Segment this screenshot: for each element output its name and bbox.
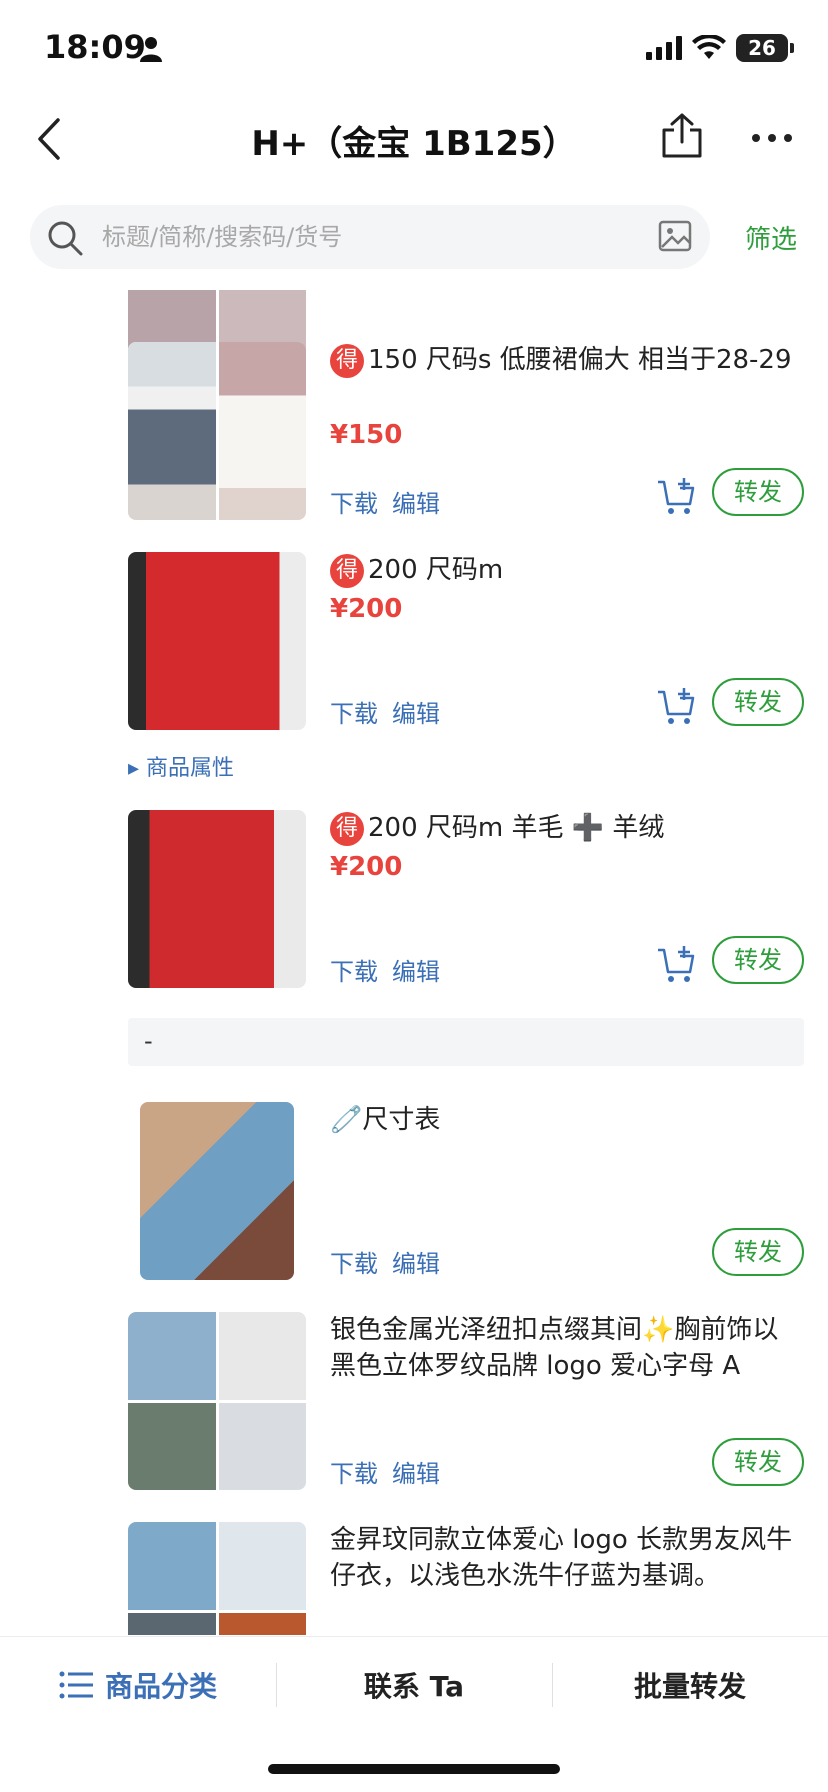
product-title: 得 150 尺码s 低腰裙偏大 相当于28-29 (330, 342, 800, 378)
status-bar: 18:09 26 (0, 0, 828, 96)
product-thumbnail[interactable] (128, 1312, 306, 1490)
product-thumbnail[interactable] (128, 552, 306, 730)
product-title: 银色金属光泽纽扣点缀其间✨胸前饰以黑色立体罗纹品牌 logo 爱心字母 A (330, 1315, 779, 1381)
product-thumbnail[interactable] (140, 1102, 294, 1280)
product-title: 🧷尺寸表 (330, 1105, 441, 1135)
search-icon (48, 221, 83, 256)
product-title: 得 200 尺码m 羊毛 ➕ 羊绒 (330, 810, 800, 846)
add-to-cart-icon[interactable] (656, 944, 696, 984)
product-price: ¥200 (330, 852, 403, 882)
list-item: 银色金属光泽纽扣点缀其间✨胸前饰以黑色立体罗纹品牌 logo 爱心字母 A 下载… (128, 1312, 808, 1490)
de-badge-icon: 得 (330, 553, 364, 588)
navigation-bar: H+（金宝 1B125） (0, 96, 828, 186)
edit-link[interactable]: 编辑 (392, 490, 440, 518)
item-actions: 下载 编辑 (330, 1454, 454, 1489)
item-actions: 下载 编辑 (330, 1244, 454, 1279)
download-link[interactable]: 下载 (330, 490, 378, 518)
filter-button[interactable]: 筛选 (745, 219, 797, 256)
tab-batch-forward[interactable]: 批量转发 (552, 1637, 828, 1732)
download-link[interactable]: 下载 (330, 700, 378, 728)
download-link[interactable]: 下载 (330, 1250, 378, 1278)
list-item: 得 150 尺码s 低腰裙偏大 相当于28-29 ¥150 下载 编辑 转发 (128, 342, 808, 520)
tab-categories-label: 商品分类 (104, 1669, 217, 1703)
add-to-cart-icon[interactable] (656, 476, 696, 516)
signal-icon (646, 36, 682, 60)
forward-button[interactable]: 转发 (712, 678, 804, 726)
search-input[interactable] (102, 205, 582, 269)
edit-link[interactable]: 编辑 (392, 958, 440, 986)
download-link[interactable]: 下载 (330, 1460, 378, 1488)
search-bar (30, 205, 710, 269)
person-icon (140, 37, 162, 62)
product-title: 得 200 尺码m (330, 552, 800, 588)
edit-link[interactable]: 编辑 (392, 1250, 440, 1278)
edit-link[interactable]: 编辑 (392, 1460, 440, 1488)
forward-button[interactable]: 转发 (712, 468, 804, 516)
tab-categories[interactable]: 商品分类 (0, 1637, 276, 1732)
more-icon[interactable] (750, 132, 794, 144)
item-actions: 下载 编辑 (330, 484, 454, 519)
list-item: 金昇玟同款立体爱心 logo 长款男友风牛仔衣，以浅色水洗牛仔蓝为基调。 (128, 1522, 808, 1635)
share-icon[interactable] (660, 112, 704, 160)
product-attributes-toggle[interactable]: ▸ 商品属性 (128, 750, 234, 782)
forward-button[interactable]: 转发 (712, 1228, 804, 1276)
forward-button[interactable]: 转发 (712, 1438, 804, 1486)
list-item: 得 200 尺码m 羊毛 ➕ 羊绒 ¥200 下载 编辑 转发 (128, 810, 808, 988)
tab-contact[interactable]: 联系 Ta (276, 1637, 552, 1732)
forward-button[interactable]: 转发 (712, 936, 804, 984)
wifi-icon (692, 35, 726, 59)
de-badge-icon: 得 (330, 343, 364, 378)
list-item: 🧷尺寸表 下载 编辑 转发 (128, 1102, 808, 1280)
list-menu-icon (59, 1671, 93, 1698)
image-search-icon[interactable] (658, 219, 692, 253)
battery-icon: 26 (736, 34, 794, 62)
status-indicators: 26 (646, 34, 794, 62)
item-actions: 下载 编辑 (330, 694, 454, 729)
product-thumbnail[interactable] (128, 342, 306, 520)
product-price: ¥200 (330, 594, 403, 624)
de-badge-icon: 得 (330, 811, 364, 846)
list-item: 得 200 尺码m ¥200 下载 编辑 转发 (128, 552, 808, 730)
product-title: 金昇玟同款立体爱心 logo 长款男友风牛仔衣，以浅色水洗牛仔蓝为基调。 (330, 1525, 793, 1591)
bottom-bar: 商品分类 联系 Ta 批量转发 (0, 1636, 828, 1732)
add-to-cart-icon[interactable] (656, 686, 696, 726)
edit-link[interactable]: 编辑 (392, 700, 440, 728)
item-actions: 下载 编辑 (330, 952, 454, 987)
home-indicator (268, 1764, 560, 1774)
product-thumbnail[interactable] (128, 1522, 306, 1635)
group-separator: - (128, 1018, 804, 1066)
product-thumbnail[interactable] (128, 810, 306, 988)
status-time: 18:09 (44, 28, 146, 66)
product-list: 得 150 尺码s 低腰裙偏大 相当于28-29 ¥150 下载 编辑 转发 得 20… (0, 290, 828, 1635)
product-price: ¥150 (330, 420, 403, 450)
download-link[interactable]: 下载 (330, 958, 378, 986)
